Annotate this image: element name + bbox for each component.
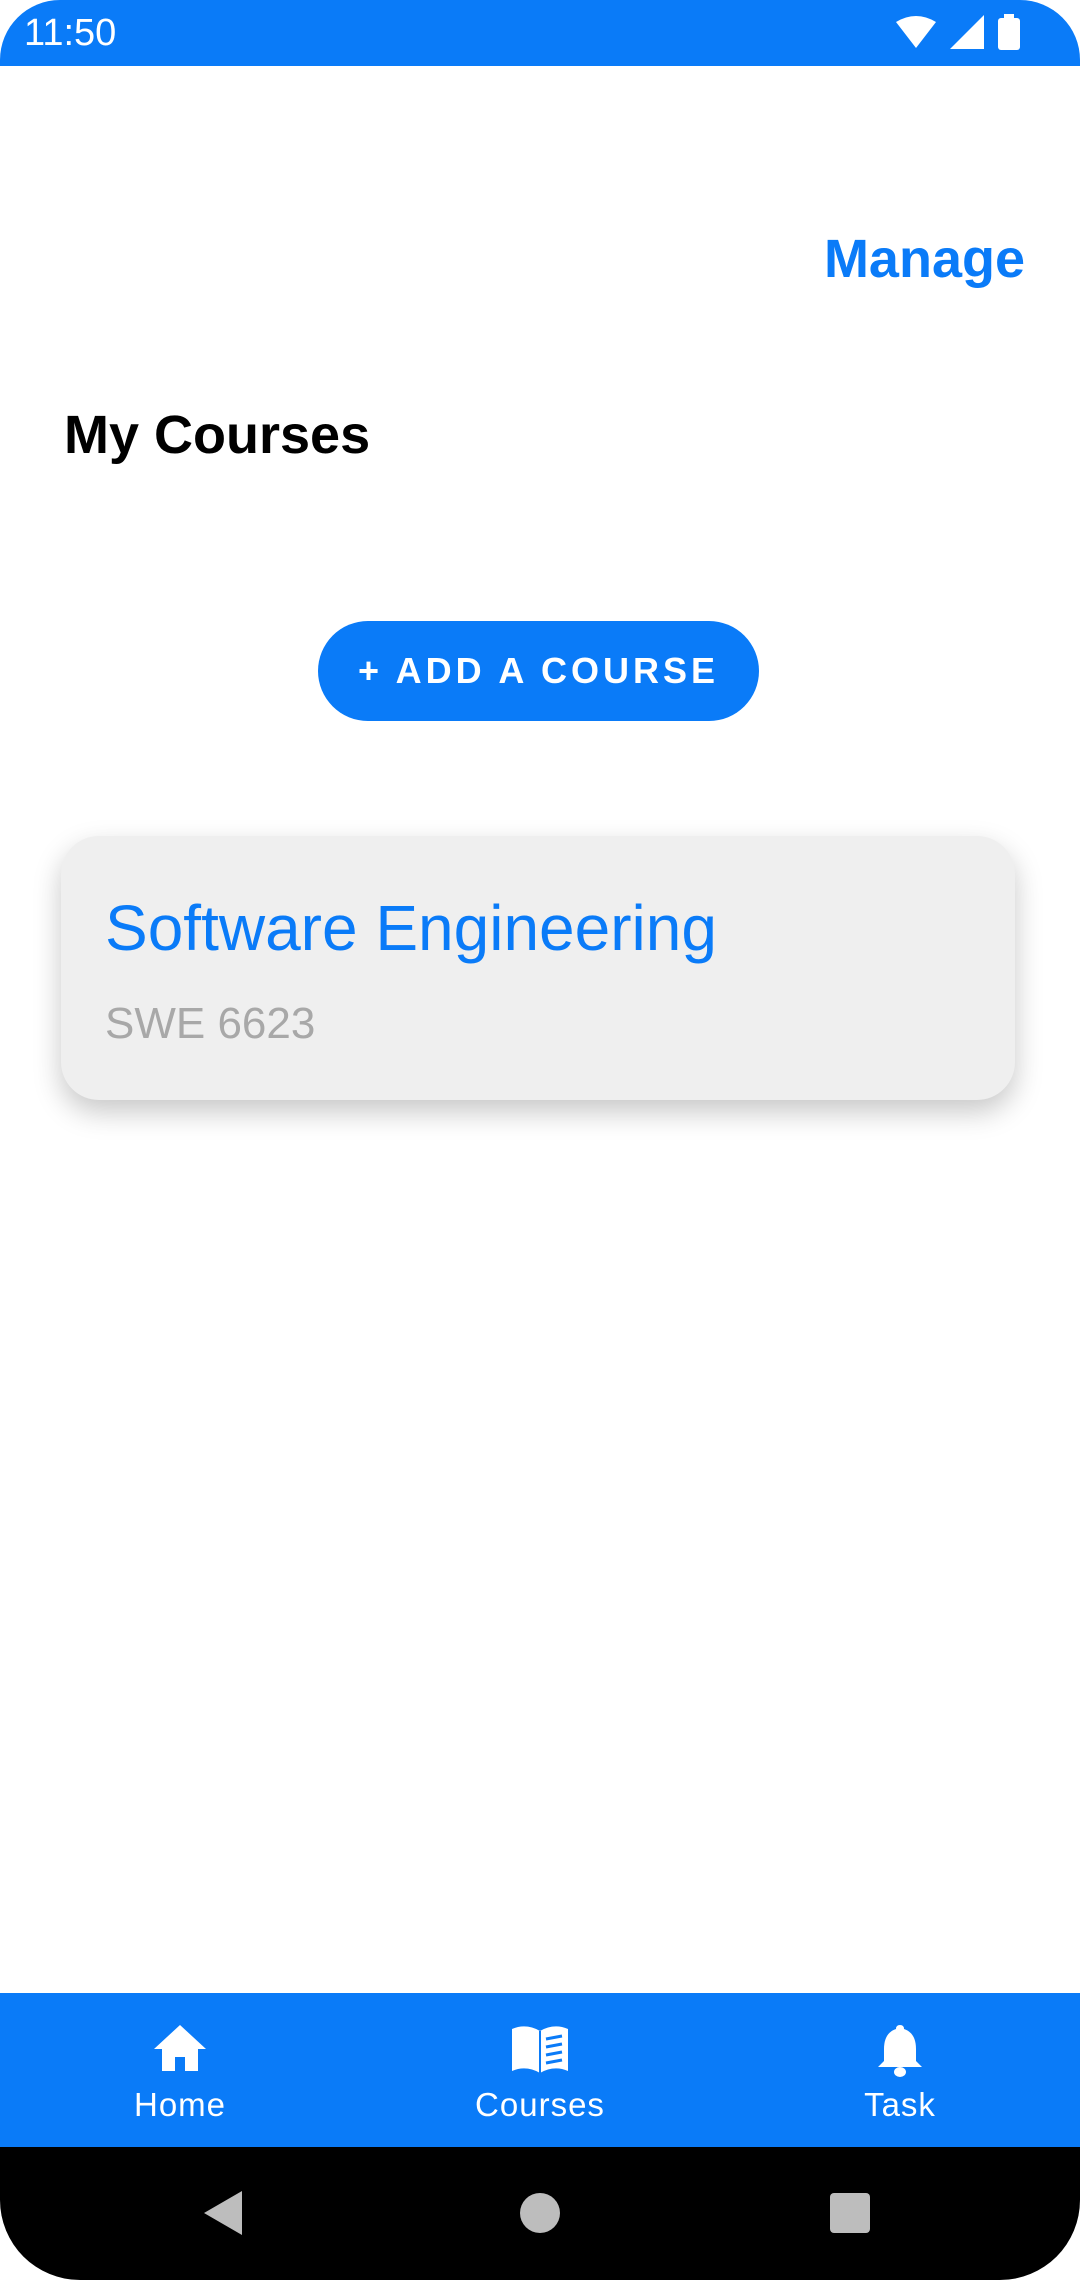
signal-icon — [950, 15, 984, 49]
nav-item-courses[interactable]: Courses — [360, 1993, 720, 2147]
nav-label-task: Task — [864, 2086, 936, 2123]
recents-icon[interactable] — [820, 2183, 880, 2243]
course-card[interactable]: Software Engineering SWE 6623 — [61, 836, 1015, 1100]
course-code: SWE 6623 — [105, 999, 316, 1048]
wifi-icon — [896, 16, 936, 48]
page-title: My Courses — [64, 405, 371, 465]
nav-label-courses: Courses — [475, 2086, 605, 2123]
course-title: Software Engineering — [105, 892, 717, 964]
status-bar: 11:50 — [0, 0, 1080, 66]
home-circle-icon[interactable] — [510, 2183, 570, 2243]
add-course-button[interactable]: + ADD A COURSE — [318, 621, 759, 721]
book-icon — [510, 2021, 570, 2077]
status-time: 11:50 — [24, 12, 117, 54]
home-icon — [150, 2021, 210, 2077]
battery-icon — [998, 14, 1020, 50]
status-icons — [896, 14, 1020, 50]
system-nav-bar — [0, 2147, 1080, 2280]
back-icon[interactable] — [196, 2183, 256, 2243]
manage-link[interactable]: Manage — [824, 224, 1025, 294]
nav-label-home: Home — [133, 2086, 227, 2123]
bottom-nav: Home Courses Task — [0, 1993, 1080, 2147]
bell-icon — [870, 2021, 930, 2077]
nav-item-home[interactable]: Home — [0, 1993, 360, 2147]
nav-item-task[interactable]: Task — [720, 1993, 1080, 2147]
